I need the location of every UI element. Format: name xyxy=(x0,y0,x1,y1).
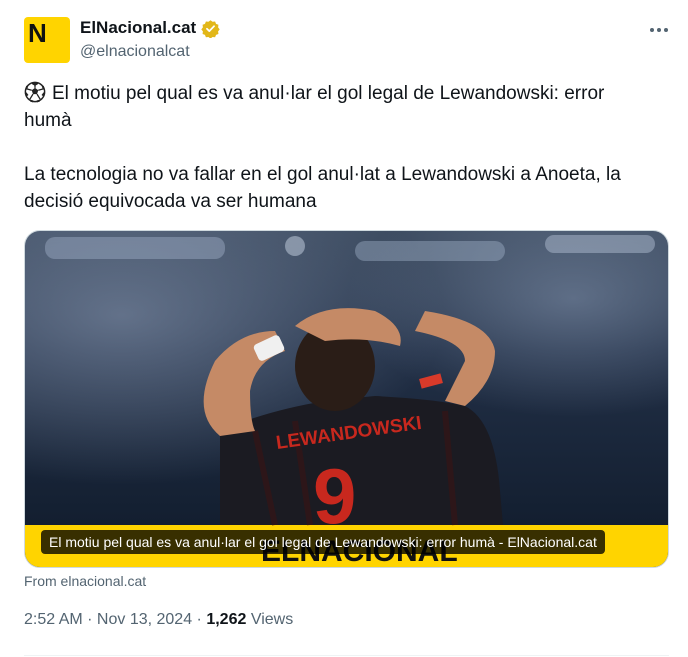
tweet-text-line2: La tecnologia no va fallar en el gol anu… xyxy=(24,164,621,212)
avatar[interactable]: N xyxy=(24,17,70,63)
views-label: Views xyxy=(246,611,294,628)
avatar-letter: N xyxy=(28,18,47,48)
link-preview-card[interactable]: ELNACIONAL LEWANDOWSKI 9 El motiu pel qu… xyxy=(24,230,669,568)
meta-separator: · xyxy=(192,611,207,628)
card-photo: ELNACIONAL LEWANDOWSKI 9 xyxy=(25,231,668,567)
author-handle[interactable]: @elnacionalcat xyxy=(80,43,190,61)
more-options-icon[interactable] xyxy=(646,20,672,40)
soccer-ball-icon xyxy=(24,81,46,103)
views-count[interactable]: 1,262 xyxy=(206,611,246,628)
tweet-text-line1: El motiu pel qual es va anul·lar el gol … xyxy=(24,80,654,134)
meta-separator: · xyxy=(82,611,97,628)
tweet: N ElNacional.cat @elnacionalcat El motiu… xyxy=(0,0,688,657)
tweet-text: El motiu pel qual es va anul·lar el gol … xyxy=(24,80,654,215)
tweet-headline: El motiu pel qual es va anul·lar el gol … xyxy=(24,83,605,131)
card-source-link[interactable]: From elnacional.cat xyxy=(24,573,146,589)
jersey-number: 9 xyxy=(313,452,356,540)
author-display-name[interactable]: ElNacional.cat xyxy=(80,18,196,38)
author-name-row: ElNacional.cat xyxy=(80,18,220,38)
gold-verified-icon xyxy=(201,19,220,38)
divider xyxy=(24,655,669,656)
tweet-time[interactable]: 2:52 AM xyxy=(24,611,83,628)
tweet-meta: 2:52 AM · Nov 13, 2024 · 1,262 Views xyxy=(24,611,293,629)
tweet-date[interactable]: Nov 13, 2024 xyxy=(97,611,192,628)
card-caption: El motiu pel qual es va anul·lar el gol … xyxy=(41,530,605,554)
